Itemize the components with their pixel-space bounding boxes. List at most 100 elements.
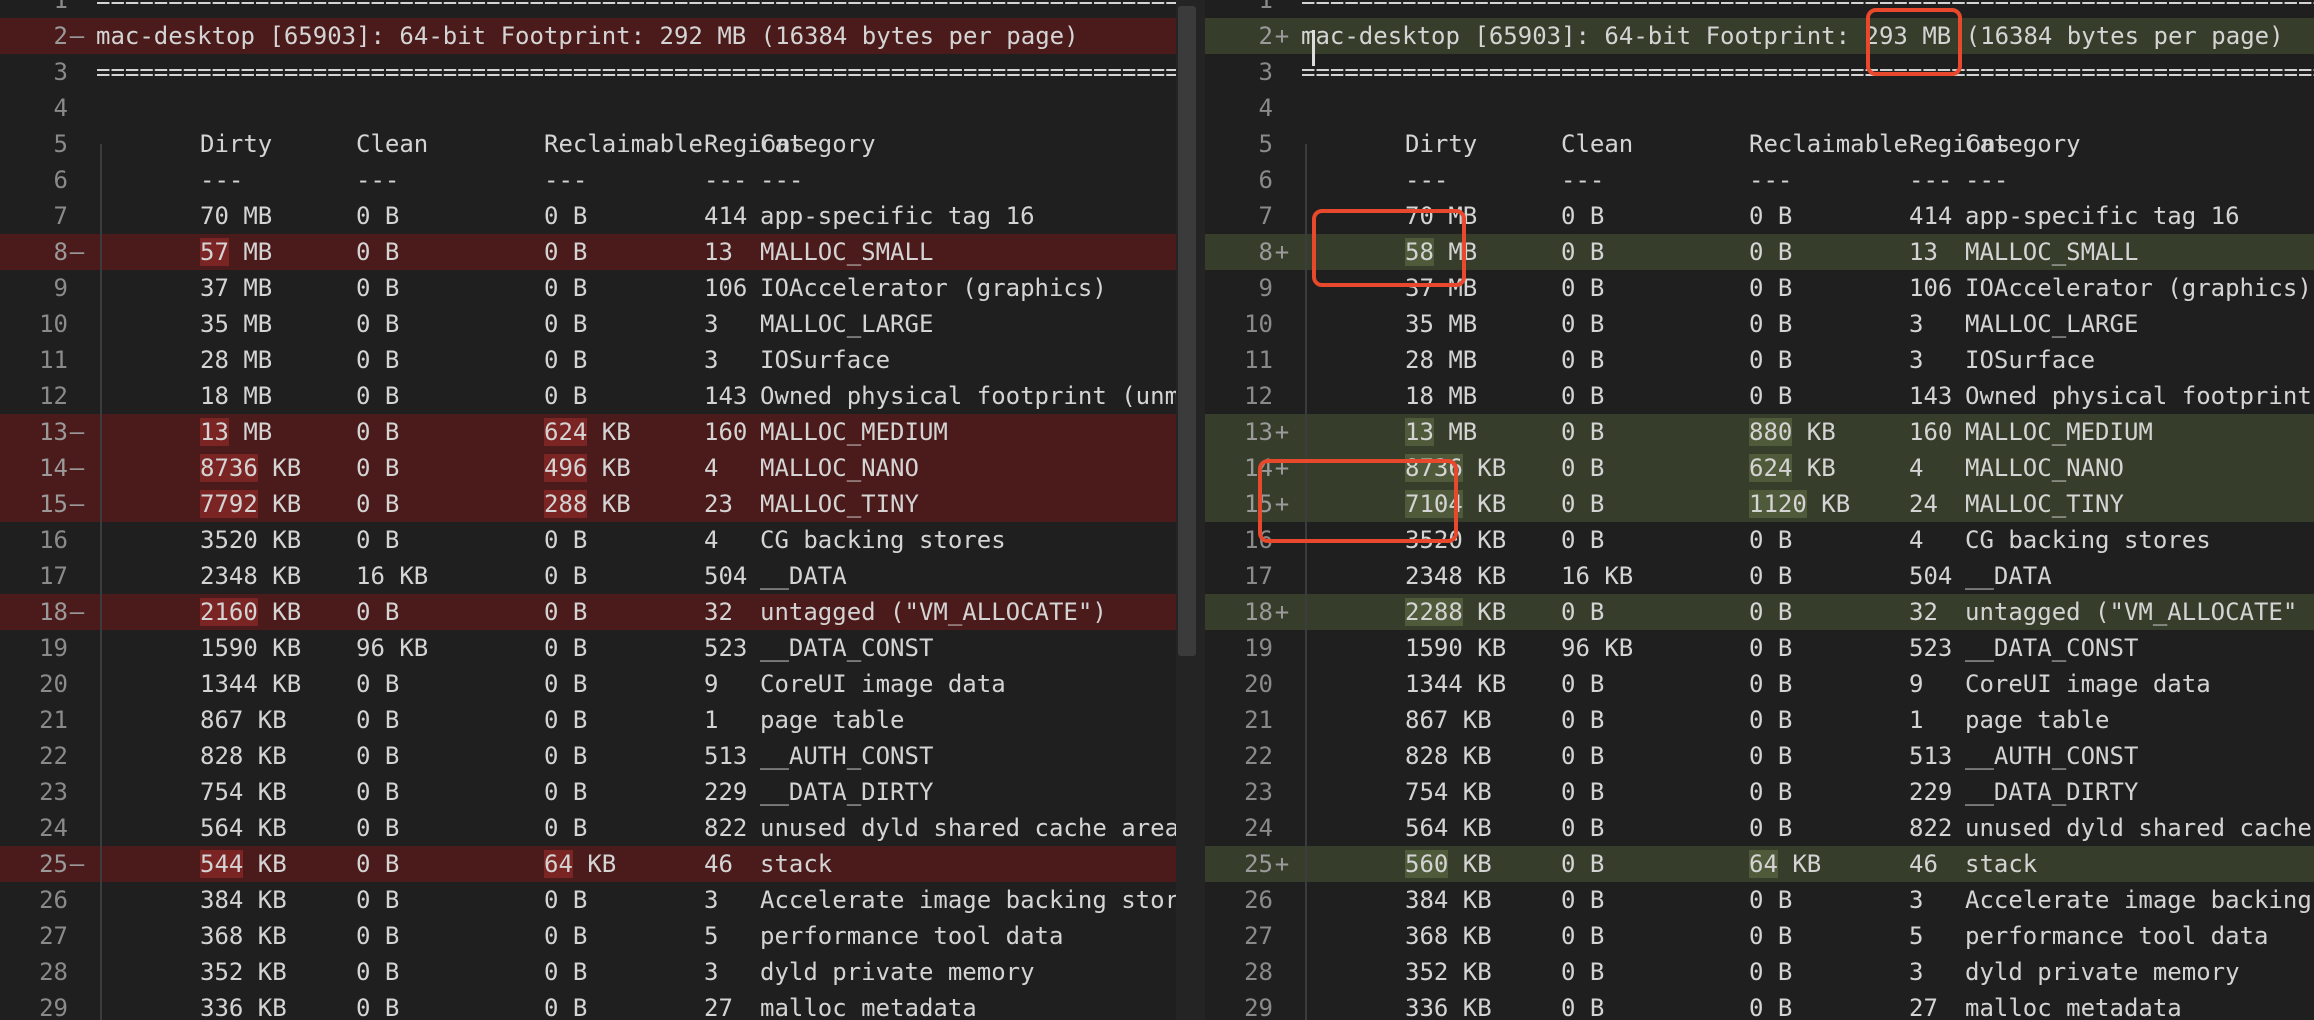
code-line[interactable]: 3 =======================================… (0, 54, 1204, 90)
table-row[interactable]: 12 18 MB 0 B 0 B 143 Owned physical footprint… (0, 378, 1204, 414)
table-row[interactable]: 27 368 KB 0 B 0 B 5 performance tool data (0, 918, 1204, 954)
clean-value: 0 B (356, 346, 400, 374)
table-row[interactable]: 25— 544 KB 0 B 64 KB 46 stack (0, 846, 1204, 882)
dirty-value: 28 MB (1405, 346, 1478, 374)
added-marker-icon: + (1274, 598, 1290, 626)
table-row[interactable]: 14— 8736 KB 0 B 496 KB 4 MALLOC_NANO (0, 450, 1204, 486)
code-line[interactable]: 1 =======================================… (0, 0, 1204, 18)
reclaimable-value: 0 B (544, 670, 588, 698)
table-row[interactable]: 26 384 KB 0 B 0 B 3 Accelerate image backing (1205, 882, 2314, 918)
table-row[interactable]: 25 +560 KB 0 B 64 KB 46 stack (1205, 846, 2314, 882)
line-gutter: 4 (0, 90, 86, 126)
table-row[interactable]: 9 37 MB 0 B 0 B 106 IOAccelerator (graphics) (0, 270, 1204, 306)
table-row[interactable]: 27 368 KB 0 B 0 B 5 performance tool data (1205, 918, 2314, 954)
regions-value: 3 (1909, 886, 1924, 914)
line-number: 20 (1244, 670, 1273, 698)
unit-label: MB (1433, 418, 1478, 446)
clean-value: 0 B (356, 238, 400, 266)
table-row[interactable]: 21 867 KB 0 B 0 B 1 page table (0, 702, 1204, 738)
table-row[interactable]: 24 564 KB 0 B 0 B 822 unused dyld shared cach… (0, 810, 1204, 846)
line-gutter: 4 (1205, 90, 1291, 126)
category-value: performance tool data (1965, 922, 2269, 950)
column-header-clean: Clean (1561, 130, 1634, 158)
table-row[interactable]: 18 +2288 KB 0 B0 B 32 untagged ("VM_ALLOCATE… (1205, 594, 2314, 630)
code-line[interactable]: 6 --- --- --- --- --- (0, 162, 1204, 198)
table-row[interactable]: 10 35 MB 0 B 0 B 3 MALLOC_LARGE (0, 306, 1204, 342)
table-row[interactable]: 22 828 KB 0 B 0 B 513 __AUTH_CONST (0, 738, 1204, 774)
clean-value: 96 KB (356, 634, 429, 662)
footprint-header: mac-desktop [65903]: 64-bit Footprint: 2… (1301, 22, 2284, 50)
reclaimable-value: 0 B (544, 562, 588, 590)
table-row[interactable]: 22 828 KB 0 B 0 B 513 __AUTH_CONST (1205, 738, 2314, 774)
table-row[interactable]: 7 70 MB 0 B 0 B 414 app-specific tag 16 (0, 198, 1204, 234)
category-value: CG backing stores (760, 526, 1006, 554)
reclaimable-value: 0 B (1749, 562, 1793, 590)
reclaimable-value: 288 KB (544, 486, 631, 522)
separator-line: ========================================… (1301, 0, 2314, 14)
table-row[interactable]: 19 1590 KB 96 KB 0 B 523 __DATA_CONST (0, 630, 1204, 666)
category-value: CoreUI image data (1965, 670, 2211, 698)
table-row[interactable]: 23 754 KB 0 B 0 B 229 __DATA_DIRTY (1205, 774, 2314, 810)
category-value: __DATA_CONST (760, 634, 934, 662)
table-row[interactable]: 29 336 KB 0 B 0 B 27 malloc metadata (0, 990, 1204, 1020)
table-row[interactable]: 26 384 KB 0 B 0 B 3 Accelerate image backing … (0, 882, 1204, 918)
original-pane[interactable]: 1 =======================================… (0, 0, 1204, 1020)
table-row[interactable]: 15— 7792 KB 0 B 288 KB 23 MALLOC_TINY (0, 486, 1204, 522)
clean-value: 0 B (356, 418, 400, 446)
added-line[interactable]: 2 + mac-desktop [65903]: 64-bit Footprint:… (1205, 18, 2314, 54)
line-gutter: 21 (0, 702, 86, 738)
dirty-value: 564 KB (1405, 814, 1492, 842)
changed-number: 1120 (1749, 490, 1807, 518)
regions-value: 4 (704, 526, 719, 554)
category-value: __DATA_DIRTY (760, 778, 934, 806)
table-row[interactable]: 12 18 MB 0 B 0 B 143 Owned physical footprint (1205, 378, 2314, 414)
changed-number: 13 (1405, 418, 1434, 446)
code-line[interactable]: 5 Dirty Clean Reclaimable Regions Category (0, 126, 1204, 162)
table-row[interactable]: 17 2348 KB 16 KB 0 B 504 __DATA (1205, 558, 2314, 594)
table-row[interactable]: 16 3520 KB 0 B 0 B 4 CG backing stores (0, 522, 1204, 558)
table-row[interactable]: 21 867 KB 0 B 0 B 1 page table (1205, 702, 2314, 738)
table-row[interactable]: 13—13 MB 0 B 624 KB 160 MALLOC_MEDIUM (0, 414, 1204, 450)
dirty-value: 560 KB (1405, 846, 1492, 882)
table-row[interactable]: 18— 2160 KB 0 B 0 B 32 untagged ("VM_ALLOCATE… (0, 594, 1204, 630)
table-row[interactable]: 28 352 KB 0 B 0 B 3 dyld private memory (0, 954, 1204, 990)
line-number: 12 (1244, 382, 1273, 410)
code-line[interactable]: 5 Dirty Clean Reclaimable Regions Category (1205, 126, 2314, 162)
clean-value: 0 B (1561, 922, 1605, 950)
table-row[interactable]: 11 28 MB 0 B 0 B 3 IOSurface (0, 342, 1204, 378)
table-row[interactable]: 20 1344 KB 0 B 0 B 9 CoreUI image data (1205, 666, 2314, 702)
regions-value: 4 (1909, 526, 1924, 554)
line-number: 26 (1244, 886, 1273, 914)
table-row[interactable]: 28 352 KB 0 B 0 B 3 dyld private memory (1205, 954, 2314, 990)
table-row[interactable]: 10 35 MB 0 B 0 B 3 MALLOC_LARGE (1205, 306, 2314, 342)
table-row[interactable]: 24 564 KB 0 B 0 B 822 unused dyld shared cach… (1205, 810, 2314, 846)
code-line[interactable]: 1 =======================================… (1205, 0, 2314, 18)
removed-line[interactable]: 2— mac-desktop [65903]: 64-bit Footprint:… (0, 18, 1204, 54)
reclaimable-value: 0 B (1749, 742, 1793, 770)
reclaimable-value: 0 B (1749, 238, 1793, 266)
regions-value: 822 (1909, 814, 1953, 842)
clean-value: 0 B (356, 922, 400, 950)
clean-value: 16 KB (1561, 562, 1634, 590)
table-row[interactable]: 19 1590 KB 96 KB 0 B 523 __DATA_CONST (1205, 630, 2314, 666)
code-line[interactable]: 6 --- --- --- --- --- (1205, 162, 2314, 198)
table-row[interactable]: 29 336 KB 0 B 0 B 27 malloc metadata (1205, 990, 2314, 1020)
table-row[interactable]: 20 1344 KB 0 B 0 B 9 CoreUI image data (0, 666, 1204, 702)
regions-value: 229 (1909, 778, 1953, 806)
reclaimable-value: 880 KB (1749, 414, 1836, 450)
table-row[interactable]: 13 +13 MB 0 B 880 KB 160 MALLOC_MEDIUM (1205, 414, 2314, 450)
code-line[interactable]: 4 (0, 90, 1204, 126)
table-row[interactable]: 8— 57 MB 0 B 0 B 13 MALLOC_SMALL (0, 234, 1204, 270)
left-scrollbar[interactable] (1178, 6, 1196, 656)
clean-value: 0 B (356, 454, 400, 482)
footprint-header: mac-desktop [65903]: 64-bit Footprint: 2… (96, 22, 1079, 50)
line-number: 22 (1244, 742, 1273, 770)
table-row[interactable]: 23 754 KB 0 B 0 B 229 __DATA_DIRTY (0, 774, 1204, 810)
category-value: MALLOC_LARGE (760, 310, 934, 338)
code-line[interactable]: 3 =======================================… (1205, 54, 2314, 90)
table-row[interactable]: 11 28 MB 0 B 0 B 3 IOSurface (1205, 342, 2314, 378)
table-row[interactable]: 17 2348 KB 16 KB 0 B 504 __DATA (0, 558, 1204, 594)
clean-value: 0 B (1561, 994, 1605, 1020)
dirty-value: 384 KB (200, 886, 287, 914)
code-line[interactable]: 4 (1205, 90, 2314, 126)
